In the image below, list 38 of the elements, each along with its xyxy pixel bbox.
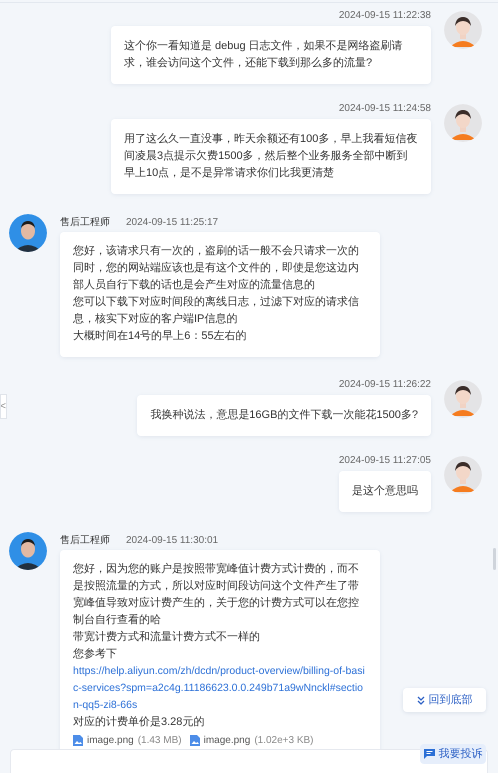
chat-bubble-icon <box>424 749 434 759</box>
help-link[interactable]: https://help.aliyun.com/zh/dcdn/product-overview/billing-of-basic-services?spm=a2c4g.11186623.0.0.249b71a9wNnckl#section-qq5-zi8-66s <box>73 663 367 714</box>
message-text: 对应的计费单价是3.28元的 <box>73 714 206 730</box>
image-file-icon <box>190 735 200 746</box>
image-file-icon <box>73 735 83 746</box>
message-time: 2024-09-15 11:25:17 <box>126 218 218 228</box>
side-panel-toggle[interactable]: < <box>0 394 7 419</box>
message-text: 带宽计费方式和流量计费方式不一样的 <box>73 630 261 645</box>
sender-name: 售后工程师 <box>60 218 110 228</box>
message-text: 这个你一看知道是 debug 日志文件，如果不是网络盗刷请求，谁会访问这个文件，还能下载到那么多的流量? <box>124 38 404 71</box>
complaint-button[interactable]: 我要投诉 <box>420 744 486 764</box>
user-avatar <box>444 380 482 418</box>
message-text: 是这个意思吗 <box>352 484 418 499</box>
user-avatar <box>444 11 482 49</box>
scrollbar-thumb <box>493 548 496 570</box>
message-time: 2024-09-15 11:27:05 <box>338 456 431 466</box>
message-text: 您好，因为您的账户是按照带宽峰值计费方式计费的，而不是按照流量的方式，所以对应时间段访问这个文件产生了带宽峰值导致对应计费产生的，关于您的计费方式可以在您控制台自行查看的哈 <box>73 562 360 628</box>
message-text: 您好，该请求只有一次的，盗刷的话一般不会只请求一次的同时，您的网站端应该也是有这个文件的，即使是您这边内部人员自行下载的话也是会产生对应的流量信息的 <box>73 244 360 293</box>
user-avatar <box>444 456 482 494</box>
message-time: 2024-09-15 11:22:38 <box>338 11 431 21</box>
attachment-name[interactable]: image.png <box>204 732 250 749</box>
user-avatar <box>444 104 482 142</box>
message-time: 2024-09-15 11:30:01 <box>126 536 218 546</box>
sender-name: 售后工程师 <box>60 536 110 546</box>
agent-avatar <box>9 214 47 252</box>
message-text: 大概时间在14号的早上6：55左右的 <box>73 329 248 344</box>
agent-avatar <box>9 532 47 570</box>
attachment-size: (1.02e+3 KB) <box>254 734 314 748</box>
message-time: 2024-09-15 11:24:58 <box>338 104 431 114</box>
message-text: 我换种说法，意思是16GB的文件下载一次能花1500多? <box>150 408 418 423</box>
message-time: 2024-09-15 11:26:22 <box>338 380 431 390</box>
back-to-bottom-button[interactable]: 回到底部 <box>403 688 486 712</box>
attachment-name[interactable]: image.png <box>87 732 134 749</box>
attachment-size: (1.43 MB) <box>138 734 182 748</box>
message-text: 您可以下载下对应时间段的离线日志，过滤下对应的请求信息，核实下对应的客户端IP信息的 <box>73 294 360 327</box>
double-chevron-down-icon <box>416 696 424 704</box>
message-text: 用了这么久一直没事，昨天余额还有100多，早上我看短信夜间凌晨3点提示欠费1500多，然后整个业务服务全部中断到早上10点，是不是异常请求你们比我更清楚 <box>124 132 418 181</box>
message-text: 您参考下 <box>73 647 118 662</box>
